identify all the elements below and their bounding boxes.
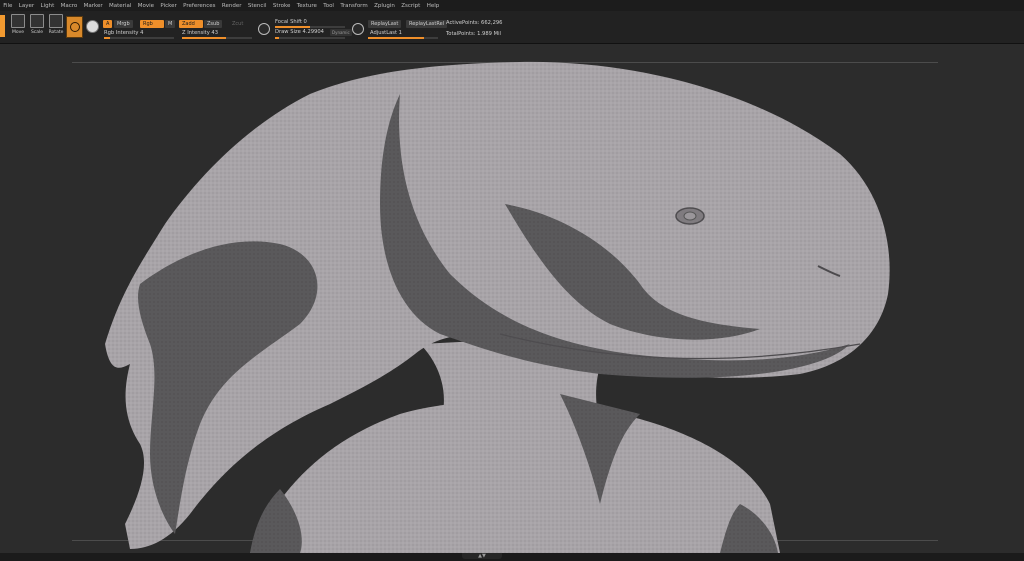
sculpt-model[interactable]: [0, 44, 1024, 553]
rotate-label: Rotate: [48, 30, 64, 35]
canvas-viewport[interactable]: [0, 44, 1024, 553]
menu-item-help[interactable]: Help: [424, 3, 443, 9]
menu-item-movie[interactable]: Movie: [135, 3, 158, 9]
adjust-last-label: AdjustLast 1: [370, 30, 402, 36]
menu-item-light[interactable]: Light: [37, 3, 57, 9]
menu-item-marker[interactable]: Marker: [80, 3, 105, 9]
menu-item-stencil[interactable]: Stencil: [245, 3, 270, 9]
move-button[interactable]: Move: [9, 14, 27, 38]
mrgb-toggle[interactable]: Mrgb: [114, 20, 133, 28]
z-intensity-slider[interactable]: [182, 37, 252, 39]
active-points: ActivePoints: 662,296: [446, 20, 503, 26]
menu-item-zplugin[interactable]: Zplugin: [371, 3, 398, 9]
zcut-toggle[interactable]: Zcut: [229, 20, 246, 28]
rotate-button[interactable]: Rotate: [47, 14, 65, 38]
menu-item-material[interactable]: Material: [106, 3, 135, 9]
move-icon: [11, 14, 25, 28]
zadd-toggle[interactable]: Zadd: [179, 20, 203, 28]
menu-bar: File Layer Light Macro Marker Material Movie Pi…: [0, 0, 1024, 11]
brush-icon: [70, 22, 80, 32]
rgb-toggle[interactable]: Rgb: [140, 20, 164, 28]
stroke-icon[interactable]: [86, 20, 99, 33]
rgb-intensity-fill: [104, 37, 110, 39]
m-toggle[interactable]: M: [165, 20, 176, 28]
focal-shift-label: Focal Shift 0: [275, 19, 307, 25]
focal-shift-slider[interactable]: [275, 26, 345, 28]
total-points: TotalPoints: 1.989 Mil: [446, 31, 501, 37]
menu-item-macro[interactable]: Macro: [57, 3, 80, 9]
menu-item-texture[interactable]: Texture: [294, 3, 321, 9]
rotate-icon: [49, 14, 63, 28]
menu-item-stroke[interactable]: Stroke: [270, 3, 294, 9]
focal-shift-fill: [275, 26, 310, 28]
scale-icon: [30, 14, 44, 28]
bottom-shelf: ▲▼: [0, 553, 1024, 561]
z-intensity-label: Z Intensity 43: [182, 30, 219, 36]
menu-item-layer[interactable]: Layer: [16, 3, 38, 9]
rgb-intensity-slider[interactable]: [104, 37, 174, 39]
menu-item-picker[interactable]: Picker: [157, 3, 180, 9]
menu-item-zscript[interactable]: Zscript: [398, 3, 423, 9]
edit-mode-indicator[interactable]: [0, 15, 5, 37]
dynamic-toggle[interactable]: Dynamic: [330, 29, 352, 36]
brush-selector[interactable]: [66, 16, 83, 38]
adjust-last-fill: [368, 37, 424, 39]
zsub-toggle[interactable]: Zsub: [204, 20, 223, 28]
draw-size-slider[interactable]: [275, 37, 345, 39]
menu-item-preferences[interactable]: Preferences: [180, 3, 219, 9]
focal-shift-icon[interactable]: [258, 23, 270, 35]
rgb-intensity-label: Rgb Intensity 4: [104, 30, 144, 36]
adjust-last-slider[interactable]: [368, 37, 438, 39]
replay-last-rel-button[interactable]: ReplayLastRel: [406, 20, 448, 28]
menu-item-transform[interactable]: Transform: [337, 3, 371, 9]
z-intensity-fill: [182, 37, 227, 39]
lazy-mouse-icon[interactable]: [352, 23, 364, 35]
replay-last-button[interactable]: ReplayLast: [368, 20, 402, 28]
move-label: Move: [11, 30, 25, 35]
shoulder-mesh: [250, 401, 780, 553]
menu-item-render[interactable]: Render: [219, 3, 245, 9]
menu-item-file[interactable]: File: [0, 3, 16, 9]
eye-icon: [683, 211, 697, 221]
scale-label: Scale: [30, 30, 44, 35]
draw-size-label: Draw Size 4.29904: [275, 29, 324, 35]
a-toggle[interactable]: A: [103, 20, 113, 28]
menu-item-tool[interactable]: Tool: [320, 3, 337, 9]
draw-size-fill: [275, 37, 279, 39]
shelf-toggle-tab[interactable]: ▲▼: [462, 553, 502, 559]
scale-button[interactable]: Scale: [28, 14, 46, 38]
